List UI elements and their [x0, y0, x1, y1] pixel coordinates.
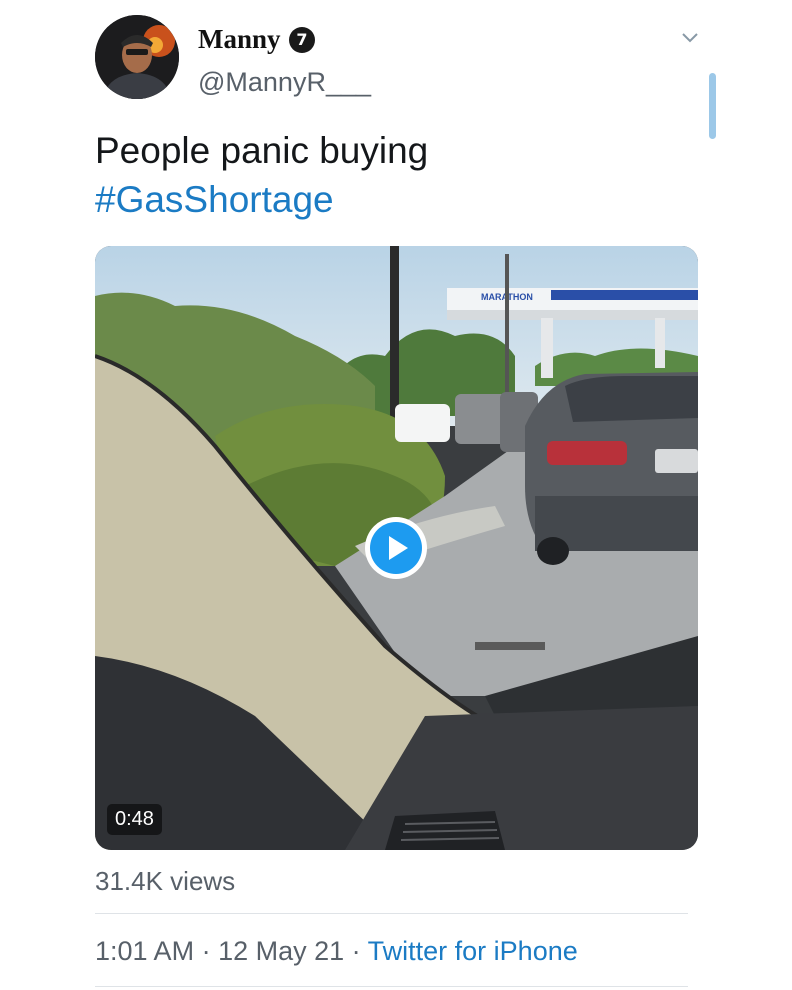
hashtag-link[interactable]: #GasShortage [95, 175, 428, 224]
scrollbar[interactable] [709, 73, 716, 139]
meta-separator: · [344, 936, 368, 966]
tweet-time[interactable]: 1:01 AM [95, 936, 194, 966]
tweet-source-link[interactable]: Twitter for iPhone [368, 936, 578, 966]
avatar[interactable] [95, 15, 179, 99]
play-icon [370, 522, 422, 574]
avatar-image [95, 15, 179, 99]
play-button[interactable] [365, 517, 427, 579]
video-duration: 0:48 [107, 804, 162, 835]
tweet-body: People panic buying [95, 130, 429, 171]
display-name[interactable]: Manny [198, 24, 281, 55]
view-count[interactable]: 31.4K views [95, 866, 235, 897]
meta-separator: · [194, 936, 219, 966]
divider [95, 986, 688, 987]
tweet-text: People panic buying #GasShortage [95, 126, 428, 224]
user-handle[interactable]: @MannyR___ [198, 67, 371, 98]
tweet-date[interactable]: 12 May 21 [218, 936, 344, 966]
divider [95, 913, 688, 914]
video-player[interactable]: MARATHON [95, 246, 698, 850]
tweet-meta: 1:01 AM · 12 May 21 · Twitter for iPhone [95, 936, 578, 967]
chevron-down-icon[interactable] [680, 30, 700, 46]
play-triangle [389, 536, 408, 560]
badge-icon: 7 [289, 27, 315, 53]
